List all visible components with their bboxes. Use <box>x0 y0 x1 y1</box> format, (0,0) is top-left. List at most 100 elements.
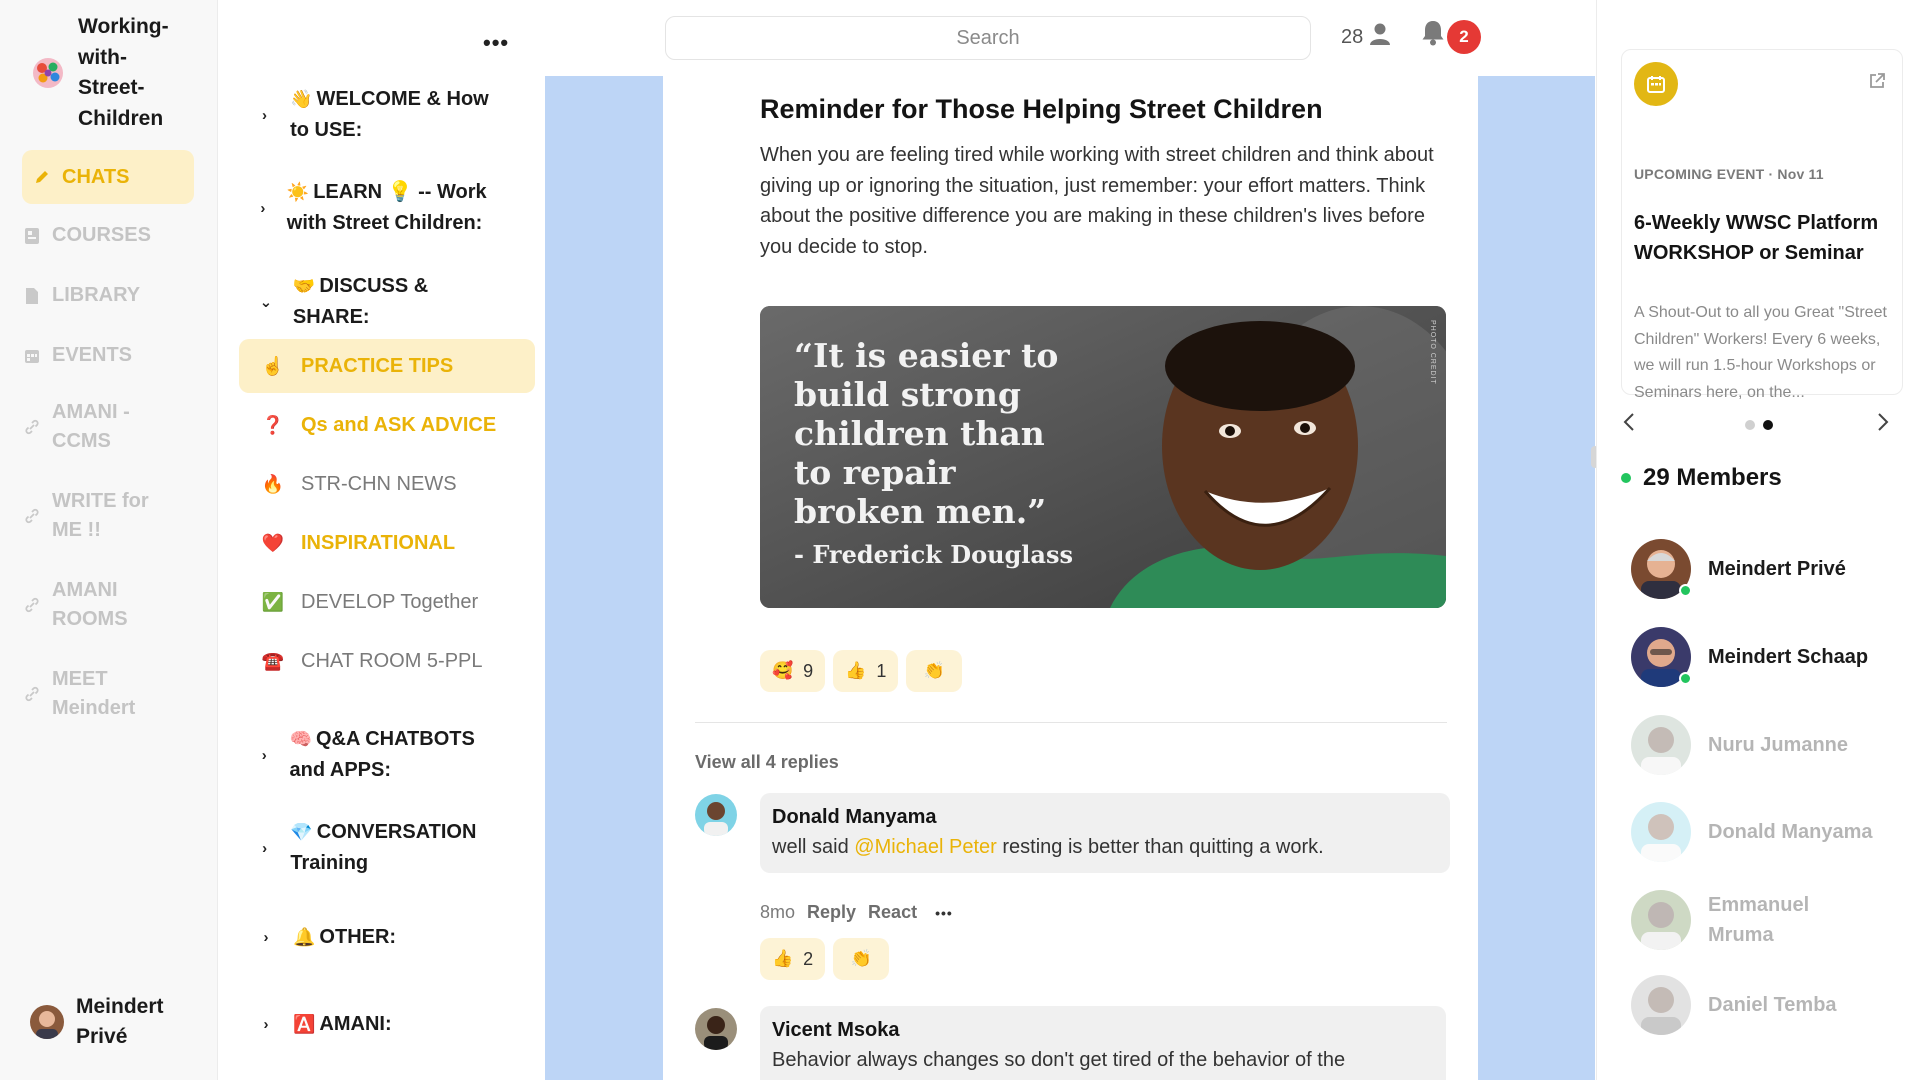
heart-icon: ❤️ <box>261 532 285 553</box>
channel-develop-together[interactable]: ✅ DEVELOP Together <box>239 575 535 629</box>
group-qa-chatbots[interactable]: › 🧠 Q&A CHATBOTS and APPS: <box>259 724 509 786</box>
nav-library[interactable]: LIBRARY <box>22 281 194 310</box>
channel-str-chn-news[interactable]: 🔥 STR-CHN NEWS <box>239 457 535 511</box>
online-members-button[interactable]: 28 <box>1341 22 1391 52</box>
link-icon <box>22 419 42 435</box>
divider <box>695 722 1447 723</box>
reply-author[interactable]: Donald Manyama <box>772 803 1438 831</box>
post-image[interactable]: “It is easier to build strong children t… <box>760 306 1446 608</box>
channel-label: CHAT ROOM 5-PPL <box>301 649 483 672</box>
pencil-icon <box>32 169 52 185</box>
group-qa-chatbots-label: 🧠 Q&A CHATBOTS and APPS: <box>289 728 475 781</box>
react-button[interactable]: React <box>868 902 917 923</box>
reply-text: well said @Michael Peter resting is bett… <box>772 836 1324 858</box>
post-card: Reminder for Those Helping Street Childr… <box>663 76 1478 1080</box>
view-all-replies-link[interactable]: View all 4 replies <box>695 752 839 773</box>
group-amani-label: 🅰️ AMANI: <box>293 1013 392 1035</box>
channel-chat-room-5-ppl[interactable]: ☎️ CHAT ROOM 5-PPL <box>239 634 535 688</box>
external-link-icon[interactable] <box>1868 72 1886 95</box>
chevron-right-icon[interactable] <box>1877 412 1889 437</box>
member-item[interactable]: Meindert Schaap <box>1631 627 1920 687</box>
member-item[interactable]: Meindert Privé <box>1631 539 1920 599</box>
search-input[interactable]: Search <box>665 16 1311 60</box>
group-welcome[interactable]: › 👋 WELCOME & How to USE: <box>259 84 509 146</box>
group-discuss-label: 🤝 DISCUSS & SHARE: <box>292 275 429 328</box>
nav-courses-label: COURSES <box>52 224 151 246</box>
group-conversation-training-label: 💎 CONVERSATION Training <box>290 821 477 874</box>
carousel-dot[interactable] <box>1745 420 1755 430</box>
community-brand[interactable]: Working- with- Street- Children <box>28 12 198 134</box>
more-options-button[interactable]: ••• <box>483 30 509 56</box>
add-reaction-button[interactable]: 👏 <box>833 938 890 980</box>
thumbs-up-icon: 👍 <box>772 949 794 968</box>
nav-library-label: LIBRARY <box>52 284 141 306</box>
nav-meet-meindert-label: MEET Meindert <box>52 668 136 719</box>
avatar <box>1631 975 1691 1035</box>
reaction-thumbs-up[interactable]: 👍 1 <box>833 650 899 692</box>
avatar <box>1631 539 1692 599</box>
smiling-hearts-icon: 🥰 <box>772 661 794 680</box>
group-other-label: 🔔 OTHER: <box>293 926 397 948</box>
reply-bubble: Donald Manyama well said @Michael Peter … <box>760 793 1450 873</box>
nav-courses[interactable]: COURSES <box>22 221 194 250</box>
channel-label: DEVELOP Together <box>301 590 479 613</box>
person-icon <box>1369 22 1391 52</box>
more-options-button[interactable]: ••• <box>935 905 953 921</box>
member-name: Emmanuel Mruma <box>1708 894 1810 946</box>
document-icon <box>22 287 42 305</box>
mention-link[interactable]: @Michael Peter <box>854 836 997 858</box>
channel-qs-and-ask-advice[interactable]: ❓ Qs and ASK ADVICE <box>239 398 535 452</box>
current-user[interactable]: Meindert Privé <box>30 992 196 1052</box>
add-reaction-button[interactable]: 👏 <box>906 650 963 692</box>
channel-inspirational[interactable]: ❤️ INSPIRATIONAL <box>239 516 535 570</box>
reply-reactions: 👍 2 👏 <box>760 938 897 980</box>
link-icon <box>22 508 42 524</box>
reply-button[interactable]: Reply <box>807 902 856 923</box>
group-learn[interactable]: › ☀️ LEARN 💡 -- Work with Street Children… <box>259 177 509 239</box>
reaction-count: 1 <box>876 660 887 681</box>
carousel-dot-active[interactable] <box>1763 420 1773 430</box>
avatar[interactable] <box>695 794 737 836</box>
nav-chats-label: CHATS <box>62 165 130 188</box>
calendar-icon <box>1634 62 1678 106</box>
channel-practice-tips[interactable]: ☝️ PRACTICE TIPS <box>239 339 535 393</box>
chevron-down-icon: ⌄ <box>259 294 273 311</box>
event-description: A Shout-Out to all you Great "Street Chi… <box>1634 304 1887 401</box>
member-item[interactable]: Nuru Jumanne <box>1631 715 1920 775</box>
member-item[interactable]: Emmanuel Mruma <box>1631 890 1920 950</box>
nav-chats[interactable]: CHATS <box>22 150 194 204</box>
avatar[interactable] <box>695 1008 737 1050</box>
members-heading: 29 Members <box>1621 464 1782 492</box>
chevron-right-icon: › <box>263 1016 269 1033</box>
event-card[interactable]: UPCOMING EVENT · Nov 11 6-Weekly WWSC Pl… <box>1621 49 1903 401</box>
reaction-love[interactable]: 🥰 9 <box>760 650 826 692</box>
bell-icon[interactable] <box>1420 18 1446 51</box>
reaction-count: 2 <box>803 948 814 969</box>
event-title: 6-Weekly WWSC Platform WORKSHOP or Semin… <box>1634 212 1879 264</box>
online-indicator <box>1621 473 1631 483</box>
nav-amani-ccms[interactable]: AMANI - CCMS <box>22 398 194 456</box>
member-item[interactable]: Daniel Temba <box>1631 975 1920 1035</box>
nav-meet-meindert[interactable]: MEET Meindert <box>22 665 194 723</box>
top-bar: Search 28 2 <box>545 0 1595 76</box>
chevron-left-icon[interactable] <box>1623 412 1635 437</box>
nav-amani-rooms[interactable]: AMANI ROOMS <box>22 576 194 634</box>
clapping-hands-icon: 👏 <box>850 949 872 968</box>
link-icon <box>22 597 42 613</box>
fire-icon: 🔥 <box>261 473 285 494</box>
reaction-count: 9 <box>803 660 814 681</box>
group-conversation-training[interactable]: › 💎 CONVERSATION Training <box>259 817 509 879</box>
reaction-thumbs-up[interactable]: 👍 2 <box>760 938 826 980</box>
chevron-right-icon: › <box>260 199 266 217</box>
event-kicker: UPCOMING EVENT · Nov 11 <box>1634 166 1824 182</box>
nav-write-for-me[interactable]: WRITE for ME !! <box>22 487 194 545</box>
chevron-right-icon: › <box>262 839 268 857</box>
chevron-right-icon: › <box>261 746 267 764</box>
group-amani[interactable]: › 🅰️ AMANI: <box>259 1009 509 1040</box>
member-item[interactable]: Donald Manyama <box>1631 802 1920 862</box>
group-other[interactable]: › 🔔 OTHER: <box>259 922 509 953</box>
group-discuss[interactable]: ⌄ 🤝 DISCUSS & SHARE: <box>259 271 509 333</box>
nav-write-for-me-label: WRITE for ME !! <box>52 490 149 541</box>
nav-events[interactable]: EVENTS <box>22 341 194 370</box>
reply-author[interactable]: Vicent Msoka <box>772 1016 1434 1044</box>
